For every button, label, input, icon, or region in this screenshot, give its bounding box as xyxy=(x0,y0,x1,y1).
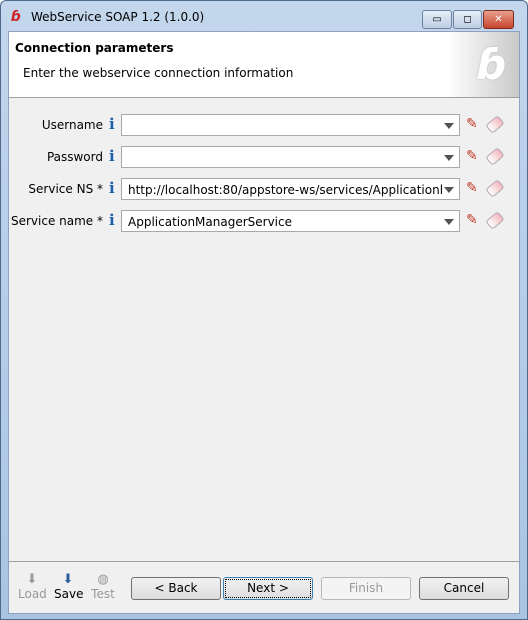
minimize-button[interactable]: ▭ xyxy=(422,10,452,29)
info-icon[interactable]: i xyxy=(109,179,115,197)
field-combo[interactable]: ApplicationManagerService xyxy=(121,210,460,232)
chevron-down-icon[interactable] xyxy=(444,187,454,193)
footer-divider xyxy=(9,561,519,562)
pencil-icon[interactable]: ✎ xyxy=(466,116,478,132)
eraser-icon[interactable] xyxy=(485,179,505,198)
info-icon[interactable]: i xyxy=(109,115,115,133)
field-row: Service NS * i http://localhost:80/appst… xyxy=(9,178,519,200)
title-bar: ɓ WebService SOAP 1.2 (1.0.0) ▭ ◻ ✕ xyxy=(1,1,527,31)
field-row: Service name * i ApplicationManagerServi… xyxy=(9,210,519,232)
field-row: Password i ✎ xyxy=(9,146,519,168)
test-button[interactable]: ◍ Test xyxy=(89,572,117,601)
back-button[interactable]: < Back xyxy=(131,577,221,600)
pencil-icon[interactable]: ✎ xyxy=(466,148,478,164)
eraser-icon[interactable] xyxy=(485,147,505,166)
dialog-window: ɓ WebService SOAP 1.2 (1.0.0) ▭ ◻ ✕ Conn… xyxy=(0,0,528,620)
page-title: Connection parameters xyxy=(15,41,174,55)
eraser-icon[interactable] xyxy=(485,115,505,134)
window-title: WebService SOAP 1.2 (1.0.0) xyxy=(31,10,205,24)
field-label: Password xyxy=(46,150,103,164)
test-icon: ◍ xyxy=(97,572,109,587)
field-label: Username xyxy=(41,118,103,132)
chevron-down-icon[interactable] xyxy=(444,219,454,225)
save-icon: ⬇ xyxy=(62,572,74,587)
field-label: Service name * xyxy=(10,214,103,228)
field-label: Service NS * xyxy=(28,182,103,196)
info-icon[interactable]: i xyxy=(109,211,115,229)
maximize-button[interactable]: ◻ xyxy=(453,10,482,29)
chevron-down-icon[interactable] xyxy=(444,155,454,161)
close-button[interactable]: ✕ xyxy=(483,10,514,29)
eraser-icon[interactable] xyxy=(485,211,505,230)
save-button[interactable]: ⬇ Save xyxy=(54,572,83,601)
info-icon[interactable]: i xyxy=(109,147,115,165)
field-combo[interactable]: http://localhost:80/appstore-ws/services… xyxy=(121,178,460,200)
field-value[interactable]: ApplicationManagerService xyxy=(128,215,292,229)
app-logo-icon: ɓ xyxy=(11,9,22,25)
cancel-button[interactable]: Cancel xyxy=(419,577,509,600)
load-button[interactable]: ⬇ Load xyxy=(18,572,47,601)
wizard-header: Connection parameters Enter the webservi… xyxy=(9,32,519,98)
pencil-icon[interactable]: ✎ xyxy=(466,180,478,196)
dialog-content: Connection parameters Enter the webservi… xyxy=(8,31,520,614)
load-icon: ⬇ xyxy=(26,572,38,587)
finish-button[interactable]: Finish xyxy=(321,577,411,600)
pencil-icon[interactable]: ✎ xyxy=(466,212,478,228)
next-button[interactable]: Next > xyxy=(223,577,313,600)
field-value[interactable]: http://localhost:80/appstore-ws/services… xyxy=(128,183,443,197)
field-row: Username i ✎ xyxy=(9,114,519,136)
field-combo[interactable] xyxy=(121,146,460,168)
bonita-logo-icon: ɓ xyxy=(476,40,507,89)
chevron-down-icon[interactable] xyxy=(444,123,454,129)
page-subtitle: Enter the webservice connection informat… xyxy=(23,66,294,80)
field-combo[interactable] xyxy=(121,114,460,136)
